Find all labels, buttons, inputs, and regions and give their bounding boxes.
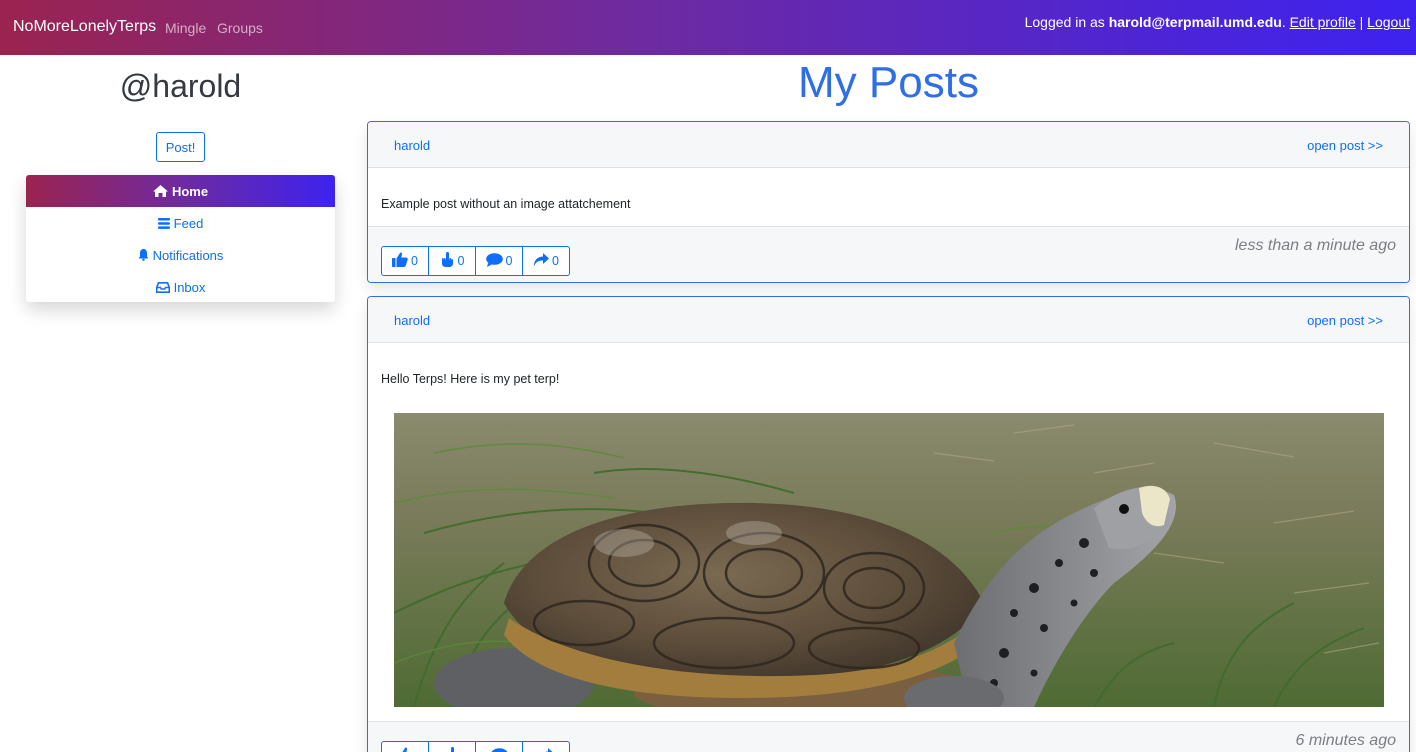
sidebar-item-inbox[interactable]: Inbox — [26, 271, 335, 303]
post-header: harold open post >> — [368, 297, 1409, 343]
comment-button[interactable]: 0 — [475, 246, 523, 276]
link-separator: | — [1355, 14, 1368, 30]
post-text: Example post without an image attatcheme… — [381, 197, 631, 211]
share-button[interactable] — [522, 741, 570, 752]
nav-mingle[interactable]: Mingle — [165, 20, 206, 36]
like-count: 0 — [411, 254, 418, 268]
post-text: Hello Terps! Here is my pet terp! — [381, 372, 560, 386]
brand-link[interactable]: NoMoreLonelyTerps — [13, 18, 156, 36]
sidebar-item-label: Feed — [173, 215, 204, 231]
gesture-button[interactable]: 0 — [428, 246, 476, 276]
thumbs-up-icon — [392, 252, 408, 270]
nav-groups[interactable]: Groups — [217, 20, 263, 36]
post-actions — [381, 741, 570, 752]
comment-icon — [490, 747, 508, 752]
share-count: 0 — [552, 254, 559, 268]
open-post-link[interactable]: open post >> — [1307, 138, 1383, 153]
like-button[interactable] — [381, 741, 429, 752]
page-title: My Posts — [798, 58, 979, 107]
share-button[interactable]: 0 — [522, 246, 570, 276]
comment-button[interactable] — [475, 741, 523, 752]
turtle-photo — [394, 413, 1384, 707]
post-card: harold open post >> Hello Terps! Here is… — [367, 296, 1410, 752]
user-email: harold@terpmail.umd.edu — [1108, 14, 1282, 30]
post-footer: 0 0 0 0 less than a minute ago — [368, 226, 1409, 282]
comment-icon — [485, 252, 503, 270]
sidebar-item-feed[interactable]: Feed — [26, 207, 335, 239]
post-footer: 6 minutes ago — [368, 721, 1409, 752]
after-email: . — [1281, 14, 1290, 30]
edit-profile-link[interactable]: Edit profile — [1290, 14, 1356, 30]
new-post-button[interactable]: Post! — [156, 132, 205, 162]
hand-gesture-icon — [445, 747, 460, 752]
sidebar-item-label: Inbox — [173, 279, 206, 295]
share-arrow-icon — [538, 747, 554, 752]
share-arrow-icon — [533, 252, 550, 270]
logged-in-prefix: Logged in as — [1024, 14, 1109, 30]
inbox-icon — [155, 281, 170, 293]
top-navbar: NoMoreLonelyTerps Mingle Groups Logged i… — [0, 0, 1416, 55]
gesture-count: 0 — [457, 254, 465, 268]
sidebar-item-label: Home — [171, 183, 209, 199]
login-status: Logged in as harold@terpmail.umd.edu. Ed… — [1025, 14, 1410, 30]
bell-icon — [138, 249, 149, 261]
post-card: harold open post >> Example post without… — [367, 121, 1410, 283]
logout-link[interactable]: Logout — [1367, 14, 1410, 30]
open-post-link[interactable]: open post >> — [1307, 313, 1383, 328]
like-button[interactable]: 0 — [381, 246, 429, 276]
post-author-link[interactable]: harold — [394, 138, 430, 153]
profile-handle: @harold — [119, 68, 242, 104]
post-header: harold open post >> — [368, 122, 1409, 168]
post-author-link[interactable]: harold — [394, 313, 430, 328]
home-icon — [152, 185, 168, 197]
hand-gesture-icon — [440, 252, 455, 270]
thumbs-up-icon — [397, 747, 413, 752]
sidebar-menu: Home Feed Notifications Inbox — [26, 175, 335, 302]
comment-count: 0 — [505, 254, 513, 268]
post-actions: 0 0 0 0 — [381, 246, 570, 276]
sidebar-item-label: Notifications — [152, 247, 224, 263]
sidebar-item-home[interactable]: Home — [26, 175, 335, 207]
post-timestamp: less than a minute ago — [1235, 237, 1396, 254]
post-timestamp: 6 minutes ago — [1295, 732, 1396, 749]
gesture-button[interactable] — [428, 741, 476, 752]
list-icon — [157, 217, 170, 229]
sidebar-item-notifications[interactable]: Notifications — [26, 239, 335, 271]
